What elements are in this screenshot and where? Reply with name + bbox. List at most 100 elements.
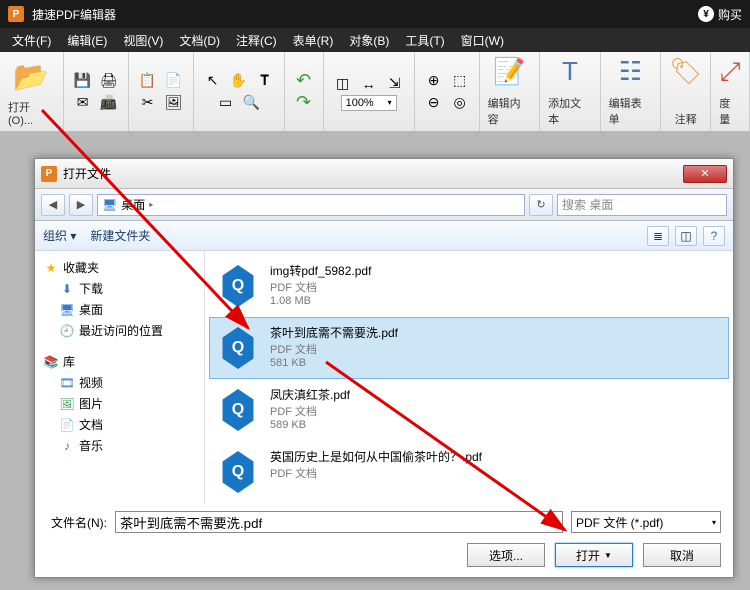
menu-view[interactable]: 视图(V) (115, 32, 171, 49)
ribbon-group-file: 💾🖨 ✉📠 (64, 52, 129, 131)
sidebar-pictures[interactable]: 🖼图片 (39, 393, 200, 414)
pdf-icon: Q (220, 265, 256, 307)
ribbon-group-zoom: ◫ ↔ ⇲ 100%▾ (324, 52, 415, 131)
file-item[interactable]: Q img转pdf_5982.pdf PDF 文档 1.08 MB (209, 255, 729, 317)
loupe-icon[interactable]: ◎ (449, 92, 471, 114)
menu-object[interactable]: 对象(B) (341, 32, 397, 49)
save-icon[interactable]: 💾 (72, 70, 94, 92)
undo-icon[interactable]: ↶ (293, 70, 315, 92)
video-icon: 🎞 (59, 376, 75, 390)
pdf-icon: Q (220, 327, 256, 369)
sidebar-videos[interactable]: 🎞视频 (39, 372, 200, 393)
menu-form[interactable]: 表单(R) (285, 32, 342, 49)
dialog-app-icon: P (41, 166, 57, 182)
snapshot-icon[interactable]: ▭ (215, 92, 237, 114)
help-button[interactable]: ? (703, 226, 725, 246)
open-button[interactable]: 📂 (11, 56, 51, 96)
edit-form-label: 编辑表单 (609, 95, 653, 127)
pdf-icon: Q (220, 389, 256, 431)
paste-icon[interactable]: 📄 (163, 70, 185, 92)
folder-open-icon: 📂 (14, 60, 49, 93)
zoom-out-icon[interactable]: ⊖ (423, 92, 445, 114)
download-icon: ⬇ (59, 282, 75, 296)
redo-icon[interactable]: ↷ (293, 92, 315, 114)
ribbon-group-annotate[interactable]: 🏷 注释 (661, 52, 711, 131)
add-text-label: 添加文本 (548, 95, 592, 127)
preview-pane-button[interactable]: ◫ (675, 226, 697, 246)
search-input[interactable]: 搜索 桌面 (557, 194, 727, 216)
menu-window[interactable]: 窗口(W) (453, 32, 512, 49)
options-button[interactable]: 选项... (467, 543, 545, 567)
find-icon[interactable]: 🔍 (241, 92, 263, 114)
file-size: 1.08 MB (270, 295, 371, 307)
buy-label: 购买 (718, 6, 742, 23)
organize-button[interactable]: 组织 ▾ (43, 227, 76, 244)
close-icon: ✕ (700, 167, 709, 180)
pointer-icon[interactable]: ↖ (202, 70, 224, 92)
pdf-icon: Q (220, 451, 256, 493)
actual-size-icon[interactable]: ◫ (332, 73, 354, 95)
sidebar-documents[interactable]: 📄文档 (39, 414, 200, 435)
menu-edit[interactable]: 编辑(E) (59, 32, 115, 49)
sidebar-favorites[interactable]: ★收藏夹 (39, 257, 200, 278)
sidebar-music[interactable]: ♪音乐 (39, 435, 200, 456)
dialog-toolbar: 组织 ▾ 新建文件夹 ≣ ◫ ? (35, 221, 733, 251)
ribbon-group-undo: ↶ ↷ (285, 52, 324, 131)
file-name: 英国历史上是如何从中国偷茶叶的？.pdf (270, 448, 482, 465)
ribbon-group-select: ↖✋𝐓 ▭🔍 (194, 52, 285, 131)
open-button[interactable]: 打开▼ (555, 543, 633, 567)
app-icon: P (8, 6, 24, 22)
marquee-zoom-icon[interactable]: ⬚ (449, 70, 471, 92)
ribbon: 📂 打开(O)... 💾🖨 ✉📠 📋📄 ✂🖼 ↖✋𝐓 ▭🔍 ↶ ↷ ◫ ↔ ⇲ … (0, 52, 750, 132)
file-filter-dropdown[interactable]: PDF 文件 (*.pdf)▾ (571, 511, 721, 533)
copy-icon[interactable]: 📋 (137, 70, 159, 92)
menu-document[interactable]: 文档(D) (171, 32, 228, 49)
forward-button[interactable]: ▶ (69, 194, 93, 216)
view-mode-button[interactable]: ≣ (647, 226, 669, 246)
sidebar-library[interactable]: 📚库 (39, 351, 200, 372)
ribbon-group-add-text[interactable]: T 添加文本 (540, 52, 601, 131)
mail-icon[interactable]: ✉ (72, 92, 94, 114)
fit-width-icon[interactable]: ↔ (358, 73, 380, 95)
ribbon-group-edit-form[interactable]: ☷ 编辑表单 (601, 52, 662, 131)
refresh-button[interactable]: ↻ (529, 194, 553, 216)
file-item[interactable]: Q 英国历史上是如何从中国偷茶叶的？.pdf PDF 文档 (209, 441, 729, 503)
add-text-icon: T (562, 56, 578, 87)
recent-icon: 🕘 (59, 324, 75, 338)
file-type: PDF 文档 (270, 403, 350, 419)
cancel-button[interactable]: 取消 (643, 543, 721, 567)
scan-icon[interactable]: 📠 (98, 92, 120, 114)
fit-page-icon[interactable]: ⇲ (384, 73, 406, 95)
cut-icon[interactable]: ✂ (137, 92, 159, 114)
print-icon[interactable]: 🖨 (98, 70, 120, 92)
hand-icon[interactable]: ✋ (228, 70, 250, 92)
file-size: 581 KB (270, 357, 398, 369)
menu-comment[interactable]: 注释(C) (228, 32, 285, 49)
sidebar-desktop[interactable]: 🖥桌面 (39, 299, 200, 320)
zoom-value: 100% (346, 97, 374, 109)
picture-icon[interactable]: 🖼 (163, 92, 185, 114)
sidebar-downloads[interactable]: ⬇下载 (39, 278, 200, 299)
text-select-icon[interactable]: 𝐓 (254, 70, 276, 92)
ribbon-group-edit-content[interactable]: 📝 编辑内容 (480, 52, 541, 131)
edit-content-icon: 📝 (493, 56, 525, 87)
buy-button[interactable]: ¥ 购买 (698, 6, 742, 23)
file-item[interactable]: Q 凤庆滇红茶.pdf PDF 文档 589 KB (209, 379, 729, 441)
zoom-in-icon[interactable]: ⊕ (423, 70, 445, 92)
star-icon: ★ (43, 261, 59, 275)
menu-file[interactable]: 文件(F) (4, 32, 59, 49)
sidebar-recent[interactable]: 🕘最近访问的位置 (39, 320, 200, 341)
filename-input[interactable] (115, 511, 563, 533)
file-item[interactable]: Q 茶叶到底需不需要洗.pdf PDF 文档 581 KB (209, 317, 729, 379)
desktop-icon: 🖥 (102, 198, 117, 212)
ribbon-group-measure[interactable]: ⤢ 度量 (711, 52, 750, 131)
ribbon-group-clipboard: 📋📄 ✂🖼 (129, 52, 194, 131)
back-button[interactable]: ◀ (41, 194, 65, 216)
breadcrumb[interactable]: 🖥桌面▸ (97, 194, 525, 216)
dialog-footer: 文件名(N): PDF 文件 (*.pdf)▾ 选项... 打开▼ 取消 (35, 503, 733, 575)
zoom-input[interactable]: 100%▾ (341, 95, 397, 111)
dialog-nav: ◀ ▶ 🖥桌面▸ ↻ 搜索 桌面 (35, 189, 733, 221)
close-button[interactable]: ✕ (683, 165, 727, 183)
menu-tool[interactable]: 工具(T) (397, 32, 452, 49)
newfolder-button[interactable]: 新建文件夹 (90, 227, 150, 244)
